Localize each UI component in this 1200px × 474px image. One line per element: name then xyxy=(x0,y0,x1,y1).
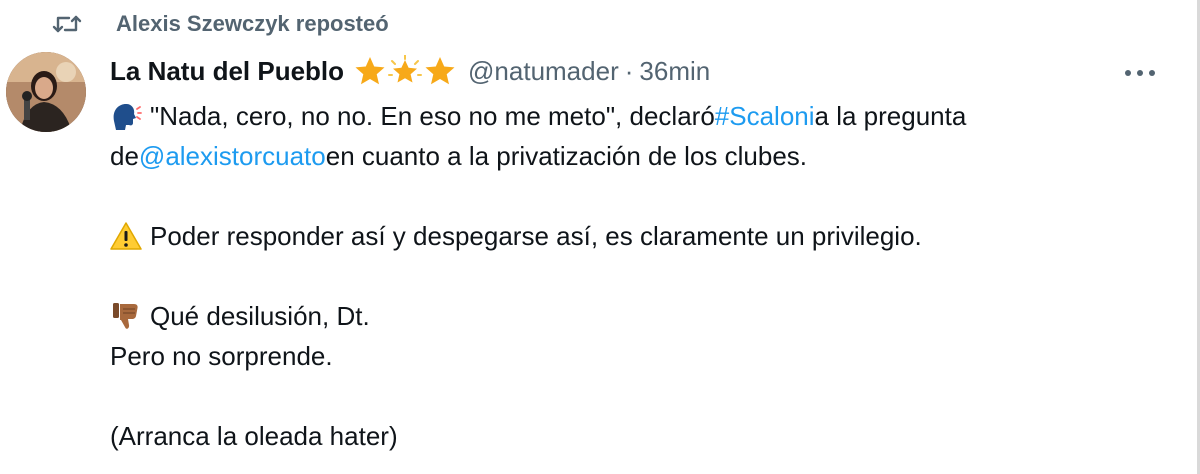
body-line: Poder responder así y despegarse así, es… xyxy=(110,216,1170,256)
warning-icon xyxy=(110,221,144,251)
body-text: Pero no sorprende. xyxy=(110,341,333,371)
body-text: "Nada, cero, no no. En eso no me meto", … xyxy=(150,101,715,131)
separator-dot: · xyxy=(624,55,634,86)
body-text: a la pregunta xyxy=(814,101,967,131)
sparkle-star-icon xyxy=(388,55,423,83)
body-line: Qué desilusión, Dt. xyxy=(110,296,1170,336)
repost-context[interactable]: Alexis Szewczyk reposteó xyxy=(52,8,389,40)
body-text: Poder responder así y despegarse así, es… xyxy=(150,221,922,251)
display-name[interactable]: La Natu del Pueblo xyxy=(110,56,344,87)
user-handle[interactable]: @natumader xyxy=(468,56,619,87)
avatar[interactable] xyxy=(6,52,86,132)
more-options-icon xyxy=(1125,70,1155,76)
body-text: en cuanto a la privatización de los club… xyxy=(325,141,808,171)
more-options-button[interactable] xyxy=(1118,58,1162,88)
body-line: "Nada, cero, no no. En eso no me meto", … xyxy=(110,96,1170,136)
timestamp[interactable]: 36min xyxy=(639,56,710,87)
star-icon xyxy=(355,57,385,85)
repost-text[interactable]: Alexis Szewczyk reposteó xyxy=(116,11,389,37)
body-line: Pero no sorprende. xyxy=(110,336,1170,376)
hashtag-link[interactable]: #Scaloni xyxy=(715,96,815,136)
body-line: de @alexistorcuato en cuanto a la privat… xyxy=(110,136,1170,176)
tweet-header: La Natu del Pueblo @natumader · 36min xyxy=(110,52,710,90)
star-icon xyxy=(425,57,455,85)
tweet-body: "Nada, cero, no no. En eso no me meto", … xyxy=(110,96,1170,456)
thumbs-down-icon xyxy=(110,301,144,331)
body-line: (Arranca la oleada hater) xyxy=(110,416,1170,456)
speaking-head-icon xyxy=(110,101,144,131)
body-text: Qué desilusión, Dt. xyxy=(150,301,370,331)
mention-link[interactable]: @alexistorcuato xyxy=(139,136,326,176)
body-text: de xyxy=(110,141,139,171)
body-text: (Arranca la oleada hater) xyxy=(110,421,398,451)
repost-icon xyxy=(52,11,82,37)
badge-icons xyxy=(354,55,456,87)
